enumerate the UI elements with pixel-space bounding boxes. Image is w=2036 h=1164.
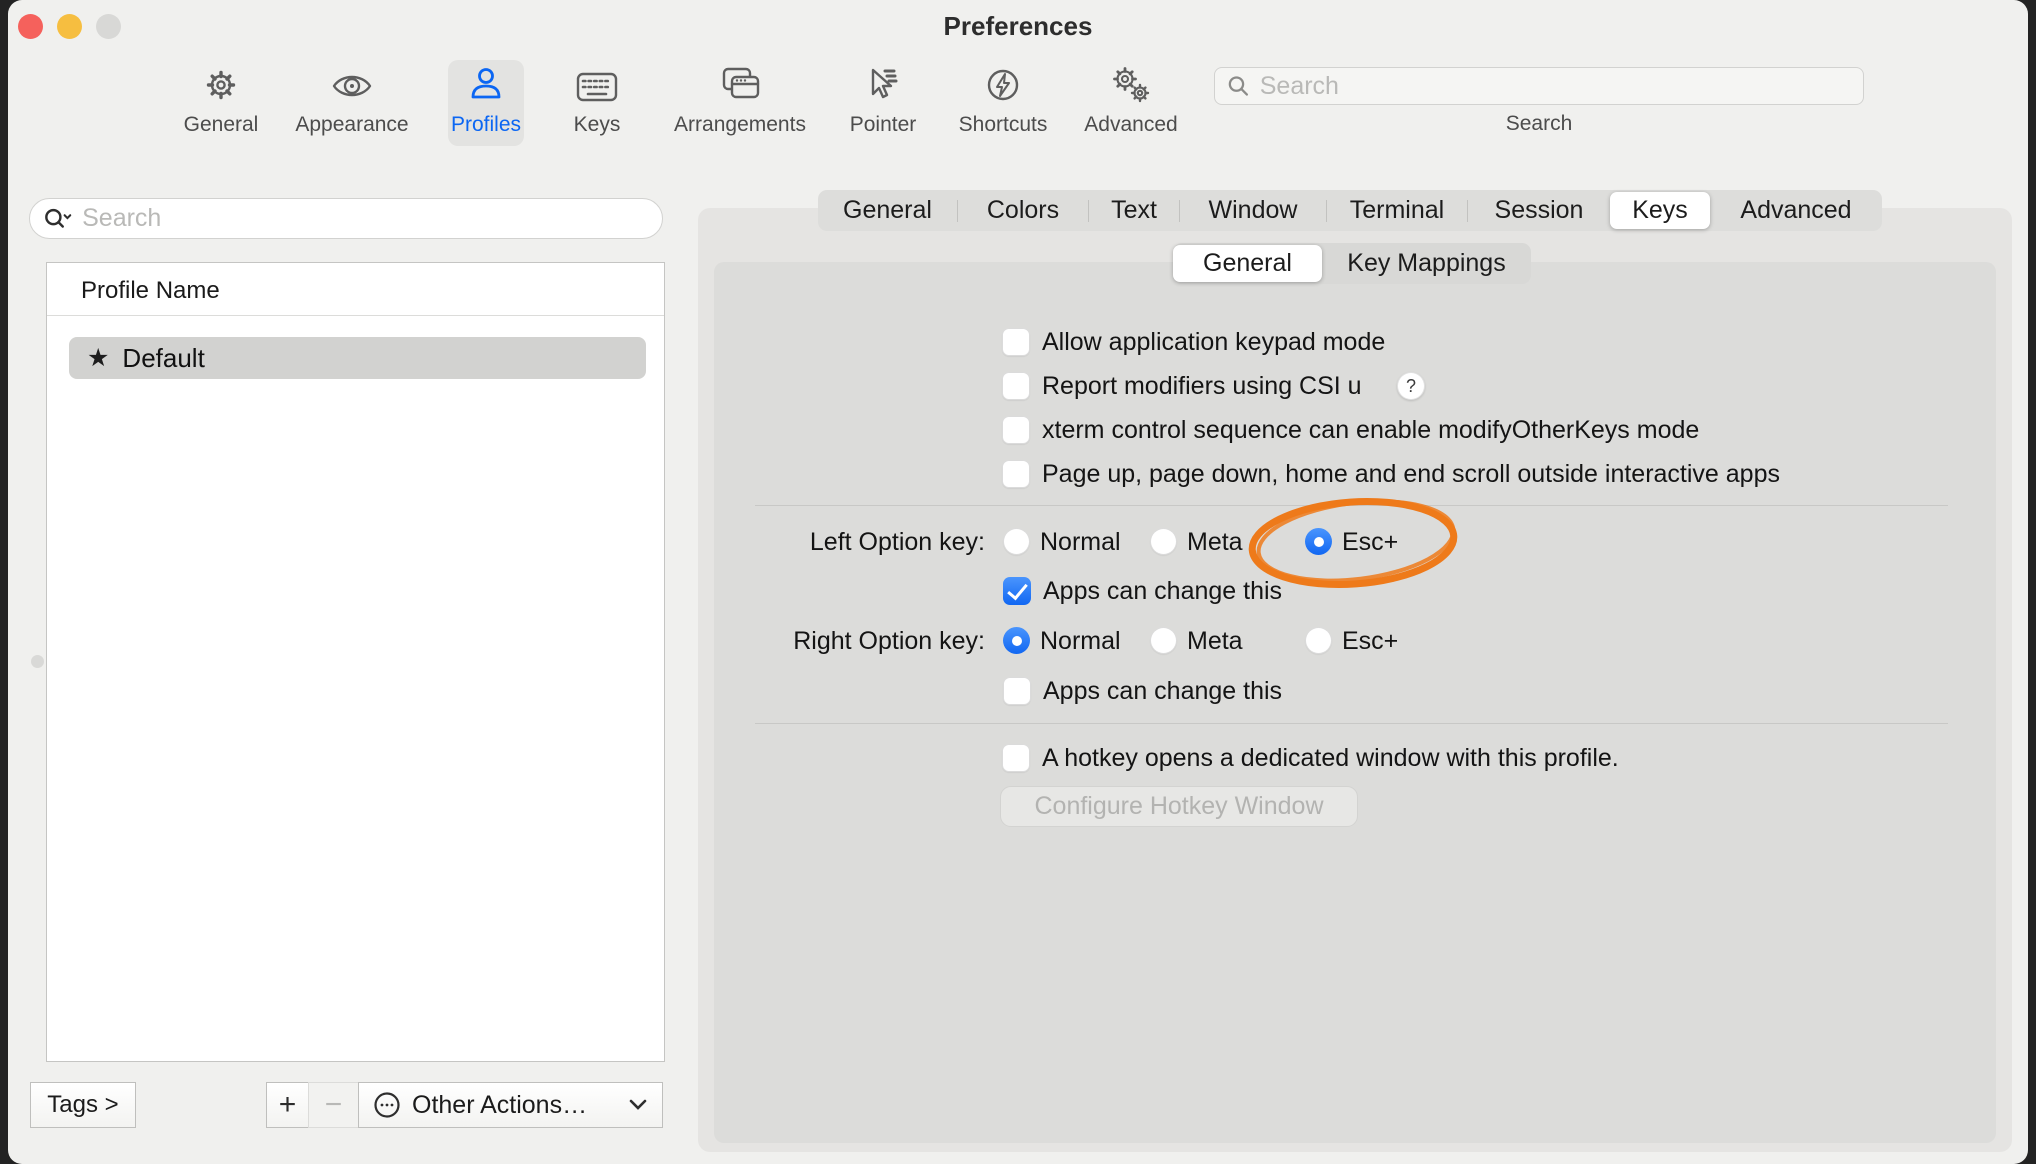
toolbar-item-appearance[interactable]: Appearance [287,60,417,146]
toolbar-label: Arrangements [674,113,806,137]
toolbar-item-shortcuts[interactable]: Shortcuts [948,60,1058,146]
keyboard-icon [573,60,621,112]
left-option-key-label: Left Option key: [700,528,985,556]
checkbox-modify-other-keys[interactable] [1002,416,1030,444]
radio-right-normal[interactable] [1003,627,1030,654]
search-filter-icon [44,206,72,232]
checkbox-csi-u[interactable] [1002,372,1030,400]
toolbar-label: Keys [574,113,621,137]
windows-icon [716,60,764,112]
radio-right-esc[interactable] [1305,627,1332,654]
gear-icon [199,60,243,112]
tab-terminal[interactable]: Terminal [1327,192,1467,229]
tab-text[interactable]: Text [1089,192,1179,229]
profile-search-input[interactable] [82,204,648,233]
splitter-handle[interactable] [31,655,44,668]
radio-left-esc[interactable] [1305,528,1332,555]
chevron-down-icon [628,1099,648,1111]
divider [47,315,664,316]
right-option-key-label: Right Option key: [700,627,985,655]
toolbar-label: General [184,113,259,137]
divider [755,723,1948,724]
toolbar-label: Appearance [295,113,408,137]
gears-icon [1107,60,1155,112]
other-actions-label: Other Actions… [412,1091,628,1120]
radio-right-meta[interactable] [1150,627,1177,654]
profile-tab-bar: General Colors Text Window Terminal Sess… [818,190,1882,231]
checkbox-label: Report modifiers using CSI u [1042,372,1362,400]
keys-subtab-bar: General Key Mappings [1173,243,1531,284]
toolbar-label: Advanced [1084,113,1177,137]
radio-label: Esc+ [1342,528,1398,556]
remove-profile-button: − [308,1082,359,1128]
window-title: Preferences [0,11,2036,42]
checkbox-left-apps-can-change[interactable] [1003,577,1031,605]
checkbox-label: A hotkey opens a dedicated window with t… [1042,744,1619,772]
radio-label: Normal [1040,528,1121,556]
toolbar-label: Shortcuts [959,113,1048,137]
toolbar-item-keys[interactable]: Keys [557,60,637,146]
tab-keys[interactable]: Keys [1610,192,1710,229]
subtab-general[interactable]: General [1173,245,1322,282]
radio-left-meta[interactable] [1150,528,1177,555]
tab-session[interactable]: Session [1468,192,1610,229]
checkbox-label: Apps can change this [1043,677,1282,705]
bolt-icon [981,60,1025,112]
tab-advanced[interactable]: Advanced [1710,192,1882,229]
toolbar-search-field[interactable] [1214,67,1864,105]
tab-colors[interactable]: Colors [958,192,1088,229]
profile-list-header: Profile Name [81,277,220,305]
person-icon [464,60,508,112]
checkbox-label: Page up, page down, home and end scroll … [1042,460,1780,488]
add-profile-button[interactable]: + [266,1082,309,1128]
star-icon: ★ [87,343,109,373]
checkbox-right-apps-can-change[interactable] [1003,677,1031,705]
other-actions-dropdown[interactable]: Other Actions… [358,1082,663,1128]
toolbar-search-input[interactable] [1260,72,1851,101]
search-icon [1227,74,1250,98]
profile-row-default[interactable]: ★ Default [69,337,646,379]
profile-name: Default [122,343,204,374]
configure-hotkey-window-button: Configure Hotkey Window [1000,786,1358,827]
toolbar-item-arrangements[interactable]: Arrangements [665,60,815,146]
toolbar-item-advanced[interactable]: Advanced [1076,60,1186,146]
toolbar-item-pointer[interactable]: Pointer [833,60,933,146]
toolbar-label: Pointer [850,113,917,137]
radio-label: Meta [1187,528,1243,556]
toolbar-search-label: Search [1214,112,1864,136]
subtab-key-mappings[interactable]: Key Mappings [1322,245,1531,282]
profile-search-field[interactable] [29,198,663,239]
checkbox-label: xterm control sequence can enable modify… [1042,416,1699,444]
checkbox-scroll-outside-apps[interactable] [1002,460,1030,488]
checkbox-label: Allow application keypad mode [1042,328,1385,356]
eye-icon [329,60,375,112]
checkbox-label: Apps can change this [1043,577,1282,605]
tab-general[interactable]: General [818,192,957,229]
radio-label: Meta [1187,627,1243,655]
help-button[interactable]: ? [1397,372,1425,400]
cursor-icon [861,60,905,112]
toolbar-label: Profiles [451,113,521,137]
divider [755,505,1948,506]
toolbar-item-profiles[interactable]: Profiles [448,60,524,146]
tab-window[interactable]: Window [1180,192,1326,229]
checkbox-hotkey-window[interactable] [1002,744,1030,772]
checkbox-keypad-mode[interactable] [1002,328,1030,356]
tags-button[interactable]: Tags > [30,1082,136,1128]
profile-list: Profile Name ★ Default [46,262,665,1062]
toolbar-item-general[interactable]: General [171,60,271,146]
radio-label: Normal [1040,627,1121,655]
ellipsis-circle-icon [373,1091,401,1119]
radio-left-normal[interactable] [1003,528,1030,555]
screen: Preferences General Appearance [0,0,2036,1164]
radio-label: Esc+ [1342,627,1398,655]
